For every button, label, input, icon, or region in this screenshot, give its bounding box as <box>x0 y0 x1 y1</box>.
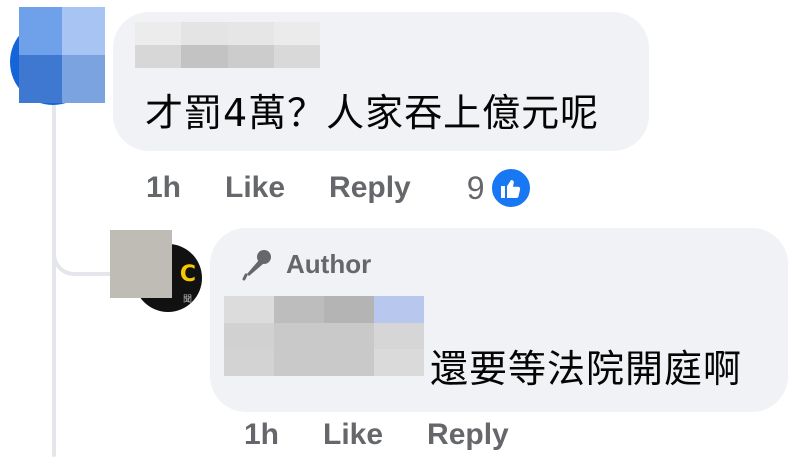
comment-timestamp[interactable]: 1h <box>146 171 181 205</box>
pixelated-commenter-name[interactable] <box>135 22 320 68</box>
reply-connector <box>52 230 116 276</box>
pixelated-avatar-overlay <box>110 230 172 298</box>
logo-mark: C <box>179 262 196 287</box>
reply-timestamp[interactable]: 1h <box>244 418 279 452</box>
reply-reply-button[interactable]: Reply <box>427 418 509 452</box>
author-badge-label: Author <box>286 248 372 279</box>
commenter-avatar[interactable] <box>10 7 105 105</box>
reply-bubble: Author 還要等法院開庭啊 <box>210 228 788 412</box>
pixelated-author-name[interactable] <box>224 296 424 376</box>
comment-actions: 1h Like Reply 9 <box>146 166 533 210</box>
pixelated-avatar-overlay <box>19 7 105 103</box>
reply-text: 還要等法院開庭啊 <box>430 347 743 391</box>
thumbs-up-icon[interactable] <box>488 166 533 210</box>
comment-text: 才罰4萬？人家吞上億元呢 <box>145 91 600 135</box>
reaction-count[interactable]: 9 <box>467 170 485 207</box>
author-badge: Author <box>240 246 371 282</box>
like-button[interactable]: Like <box>225 171 285 205</box>
microphone-icon <box>242 250 271 281</box>
thread-line <box>52 100 56 457</box>
author-avatar[interactable]: C 聞 <box>110 230 210 340</box>
reply-actions: 1h Like Reply <box>244 418 565 452</box>
logo-submark: 聞 <box>182 295 192 305</box>
reply-like-button[interactable]: Like <box>323 418 383 452</box>
reply-button[interactable]: Reply <box>329 171 411 205</box>
comment-bubble: 才罰4萬？人家吞上億元呢 <box>113 12 649 151</box>
